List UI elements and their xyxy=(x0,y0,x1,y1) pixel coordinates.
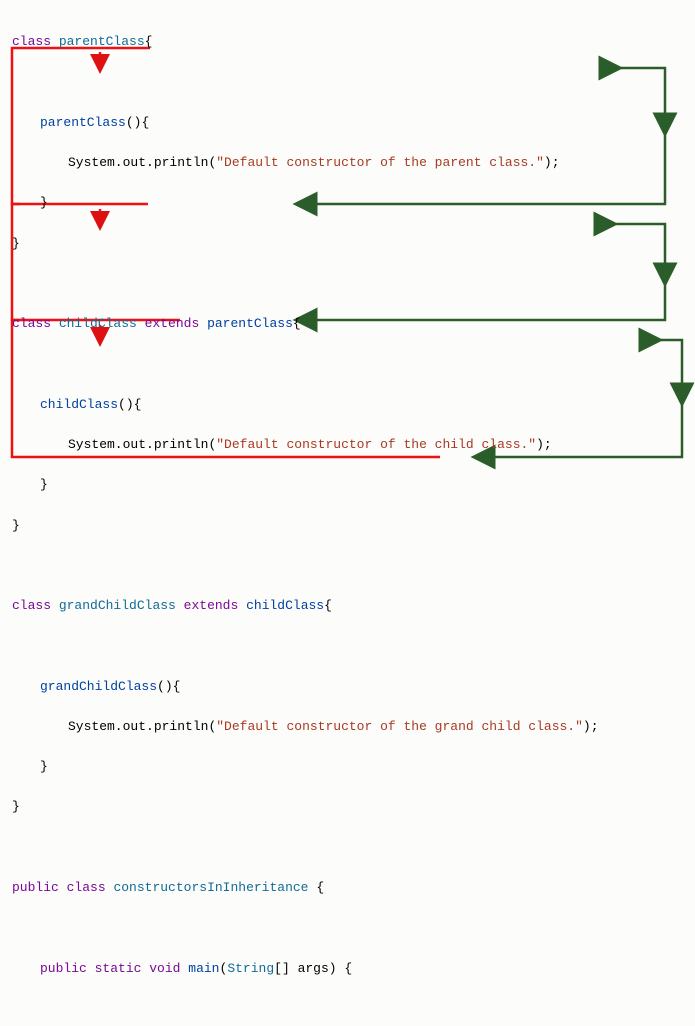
param-type: String xyxy=(227,961,274,976)
brace: { xyxy=(344,961,352,976)
class-name-child: childClass xyxy=(59,316,137,331)
string-literal-parent: "Default constructor of the parent class… xyxy=(216,155,544,170)
brace: { xyxy=(293,316,301,331)
brace: { xyxy=(173,679,181,694)
brace: } xyxy=(12,518,20,533)
keyword-public: public xyxy=(12,880,59,895)
brace: { xyxy=(141,115,149,130)
ctor-grand: grandChildClass xyxy=(40,679,157,694)
string-literal-grand: "Default constructor of the grand child … xyxy=(216,719,583,734)
semicolon: ; xyxy=(552,155,560,170)
brace: } xyxy=(12,757,48,777)
parens: () xyxy=(118,397,134,412)
brace: } xyxy=(12,475,48,495)
keyword-class: class xyxy=(12,316,51,331)
keyword-public: public xyxy=(40,961,87,976)
ctor-parent: parentClass xyxy=(40,115,126,130)
class-name-parent: parentClass xyxy=(59,34,145,49)
string-literal-child: "Default constructor of the child class.… xyxy=(216,437,536,452)
brace: { xyxy=(145,34,153,49)
keyword-class: class xyxy=(67,880,106,895)
super-name-parent: parentClass xyxy=(207,316,293,331)
brace: { xyxy=(324,598,332,613)
ctor-child: childClass xyxy=(40,397,118,412)
class-name-grand: grandChildClass xyxy=(59,598,176,613)
bracket: [ xyxy=(274,961,282,976)
class-name-main: constructorsInInheritance xyxy=(113,880,308,895)
semicolon: ; xyxy=(591,719,599,734)
method-main: main xyxy=(188,961,219,976)
super-name-child: childClass xyxy=(246,598,324,613)
keyword-class: class xyxy=(12,34,51,49)
parens: () xyxy=(126,115,142,130)
param-name: args xyxy=(298,961,329,976)
semicolon: ; xyxy=(544,437,552,452)
keyword-void: void xyxy=(149,961,180,976)
code-block: class parentClass{ parentClass(){ System… xyxy=(12,12,683,1026)
keyword-extends: extends xyxy=(145,316,200,331)
keyword-static: static xyxy=(95,961,142,976)
brace: { xyxy=(134,397,142,412)
keyword-extends: extends xyxy=(184,598,239,613)
brace: } xyxy=(12,193,48,213)
brace: { xyxy=(316,880,324,895)
keyword-class: class xyxy=(12,598,51,613)
brace: } xyxy=(12,236,20,251)
sysout: System.out.println xyxy=(68,437,208,452)
parens: () xyxy=(157,679,173,694)
brace: } xyxy=(12,799,20,814)
sysout: System.out.println xyxy=(68,155,208,170)
sysout: System.out.println xyxy=(68,719,208,734)
bracket: ] xyxy=(282,961,290,976)
